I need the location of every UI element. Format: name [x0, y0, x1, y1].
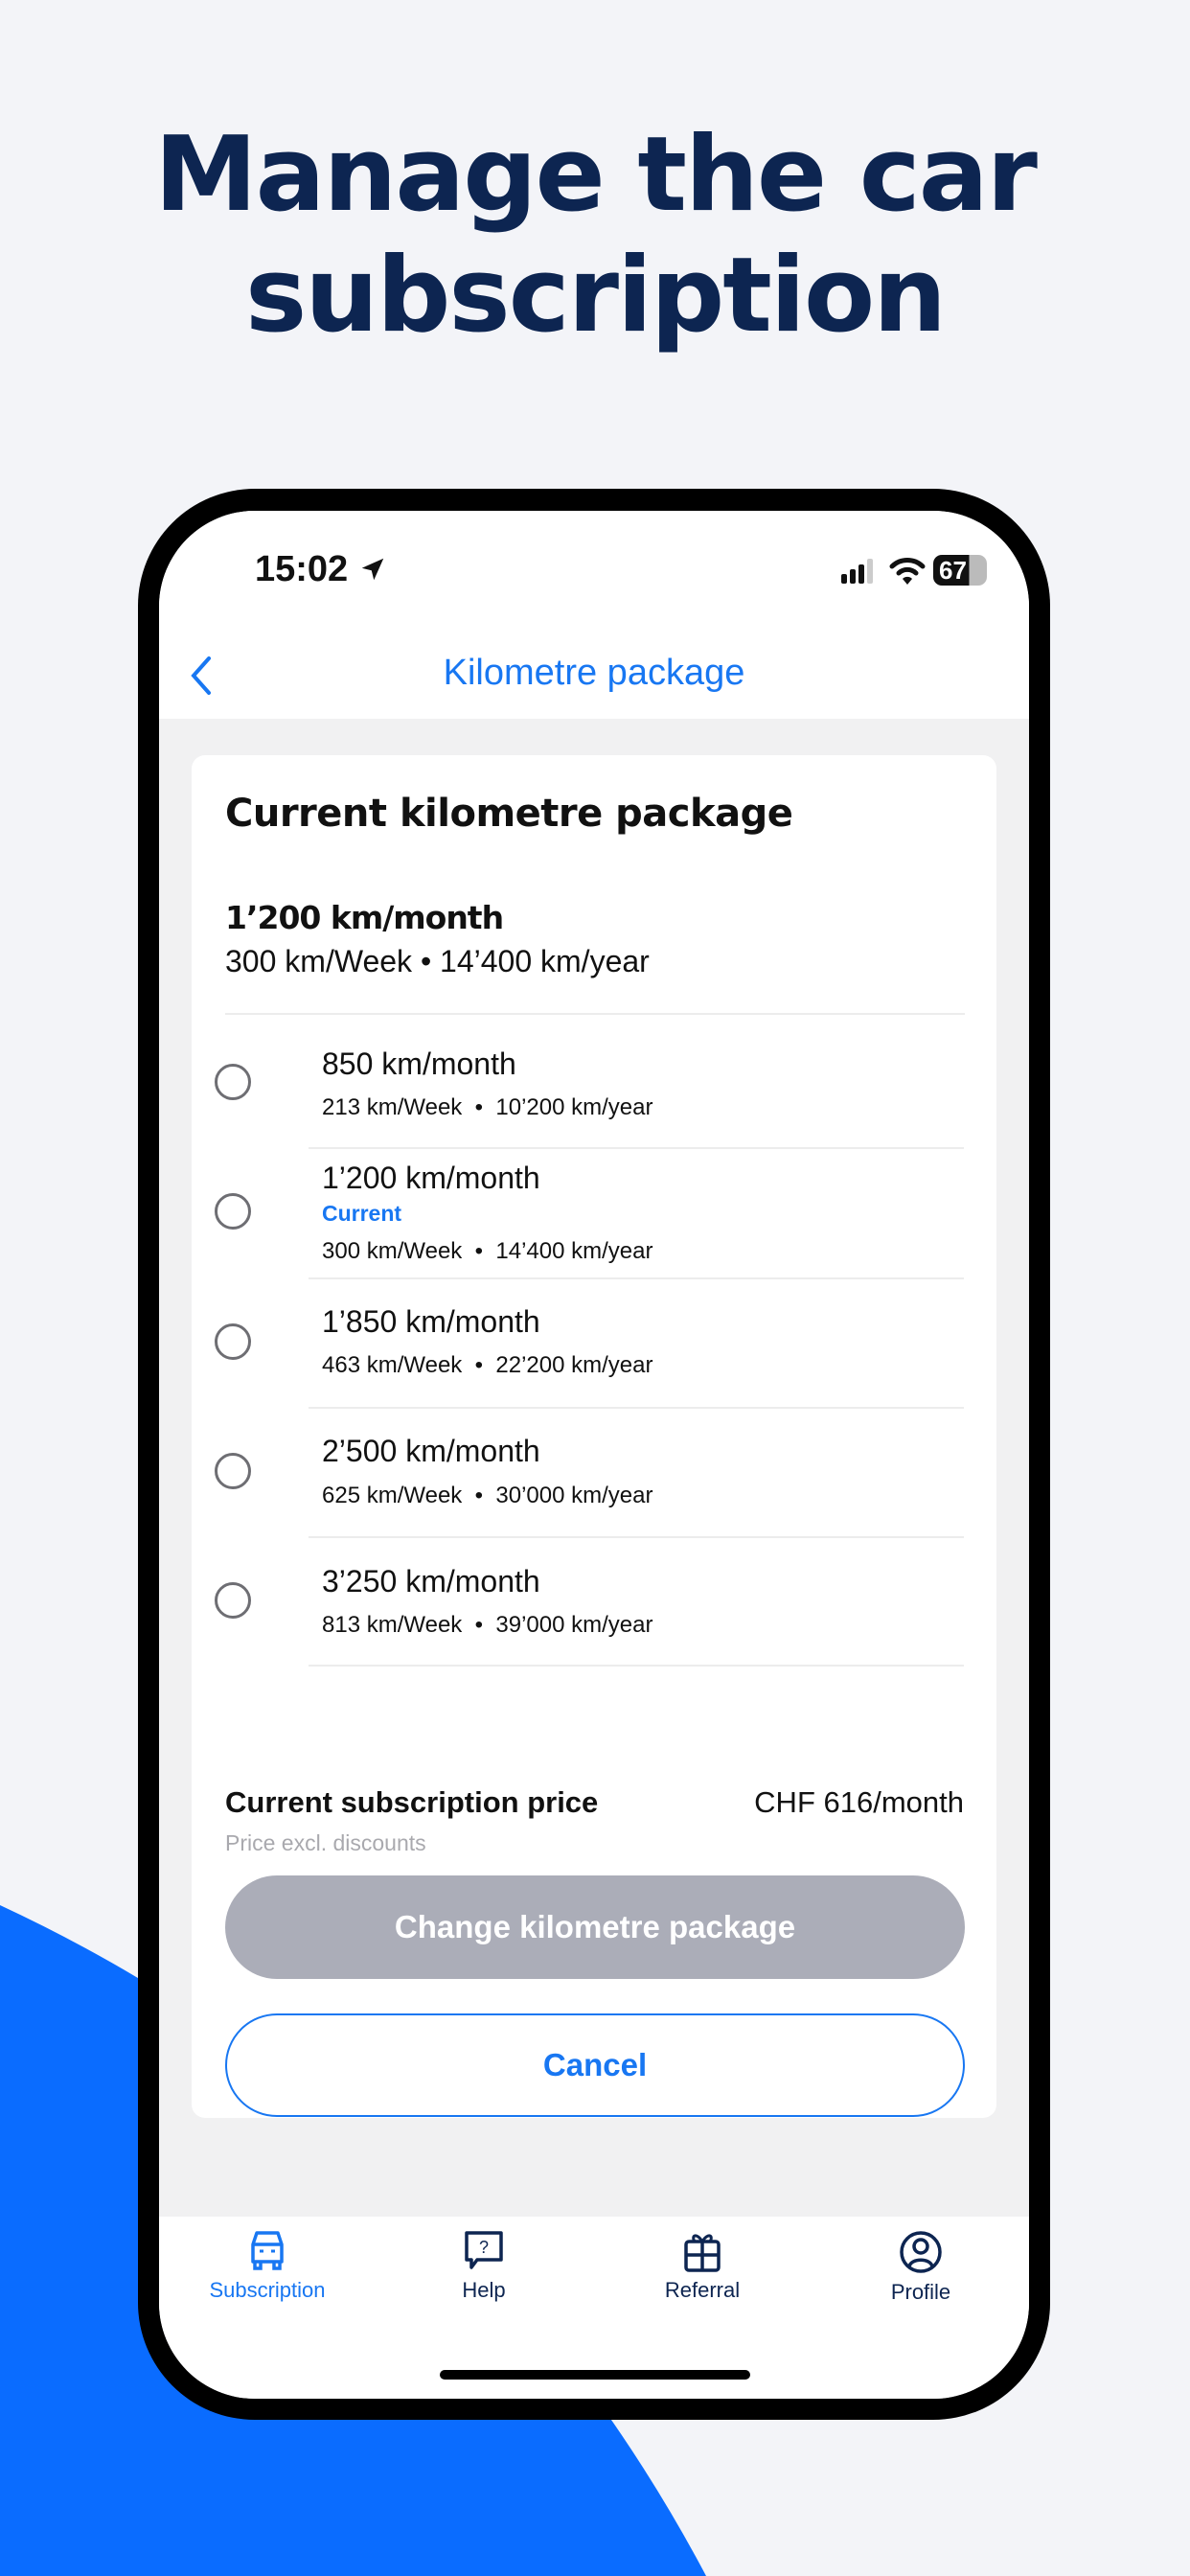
current-package-details: 300 km/Week • 14’400 km/year [225, 944, 650, 978]
option-year: 10’200 km/year [495, 1094, 653, 1120]
option-details: 213 km/Week • 10’200 km/year [322, 1094, 653, 1120]
help-bubble-icon: ? [465, 2231, 503, 2269]
package-card: Current kilometre package 1’200 km/month… [192, 755, 996, 2118]
cancel-button[interactable]: Cancel [225, 2013, 965, 2117]
tab-help[interactable]: ? Help [388, 2230, 580, 2303]
divider [309, 1536, 964, 1538]
page-title: Kilometre package [443, 653, 745, 693]
tab-referral[interactable]: Referral [606, 2230, 798, 2303]
card-title: Current kilometre package [225, 792, 793, 836]
option-details: 463 km/Week • 22’200 km/year [322, 1352, 653, 1378]
tab-profile[interactable]: Profile [825, 2230, 1017, 2305]
divider [225, 1013, 965, 1015]
divider [309, 1665, 964, 1667]
radio-button[interactable] [215, 1582, 251, 1619]
gift-icon [684, 2234, 721, 2272]
radio-button[interactable] [215, 1453, 251, 1489]
headline-line-2: subscription [244, 236, 947, 356]
wifi-icon [889, 558, 926, 585]
radio-button[interactable] [215, 1323, 251, 1360]
car-icon [251, 2231, 284, 2270]
option-week: 213 km/Week [322, 1094, 463, 1120]
current-package: 1’200 km/month [225, 899, 504, 936]
headline: Manage the car subscription [38, 115, 1152, 356]
price-note: Price excl. discounts [225, 1830, 426, 1855]
option-week: 300 km/Week [322, 1238, 463, 1264]
tab-label: Referral [664, 2278, 741, 2302]
option-week: 463 km/Week [322, 1352, 463, 1378]
option-week: 813 km/Week [322, 1612, 463, 1638]
signal-icon [841, 559, 873, 584]
option-details: 625 km/Week • 30’000 km/year [322, 1483, 653, 1508]
option-title: 1’850 km/month [322, 1304, 540, 1339]
location-arrow-icon [361, 558, 384, 581]
radio-button[interactable] [215, 1193, 251, 1230]
option-week: 625 km/Week [322, 1483, 463, 1508]
package-option[interactable] [192, 1413, 996, 1536]
tab-label: Help [462, 2278, 506, 2302]
current-badge: Current [322, 1201, 402, 1226]
profile-icon [900, 2231, 942, 2273]
battery-indicator: 67 [933, 555, 987, 586]
package-option[interactable] [192, 1025, 996, 1147]
option-year: 14’400 km/year [495, 1238, 653, 1264]
tab-subscription[interactable]: Subscription [172, 2230, 363, 2303]
price-value: CHF 616/month [754, 1785, 964, 1819]
package-option[interactable] [192, 1543, 996, 1665]
change-package-button[interactable]: Change kilometre package [225, 1875, 965, 1979]
phone-frame: 15:02 67 Kilometre package Current kilom… [138, 489, 1050, 2420]
phone-screen: 15:02 67 Kilometre package Current kilom… [159, 511, 1029, 2399]
option-title: 3’250 km/month [322, 1564, 540, 1598]
option-details: 300 km/Week • 14’400 km/year [322, 1238, 653, 1264]
option-year: 30’000 km/year [495, 1483, 653, 1508]
status-time: 15:02 [255, 549, 387, 590]
svg-text:?: ? [479, 2238, 489, 2257]
divider [309, 1277, 964, 1279]
option-year: 39’000 km/year [495, 1612, 653, 1638]
option-year: 22’200 km/year [495, 1352, 653, 1378]
divider [309, 1407, 964, 1409]
option-title: 850 km/month [322, 1046, 516, 1081]
radio-button[interactable] [215, 1064, 251, 1100]
tab-label: Subscription [209, 2278, 326, 2302]
option-title: 1’200 km/month [322, 1161, 540, 1195]
tab-label: Profile [890, 2280, 951, 2304]
option-details: 813 km/Week • 39’000 km/year [322, 1612, 653, 1638]
option-title: 2’500 km/month [322, 1434, 540, 1468]
headline-line-1: Manage the car [154, 115, 1038, 235]
home-indicator[interactable] [440, 2370, 750, 2380]
price-label: Current subscription price [225, 1785, 599, 1819]
package-option[interactable] [192, 1283, 996, 1407]
